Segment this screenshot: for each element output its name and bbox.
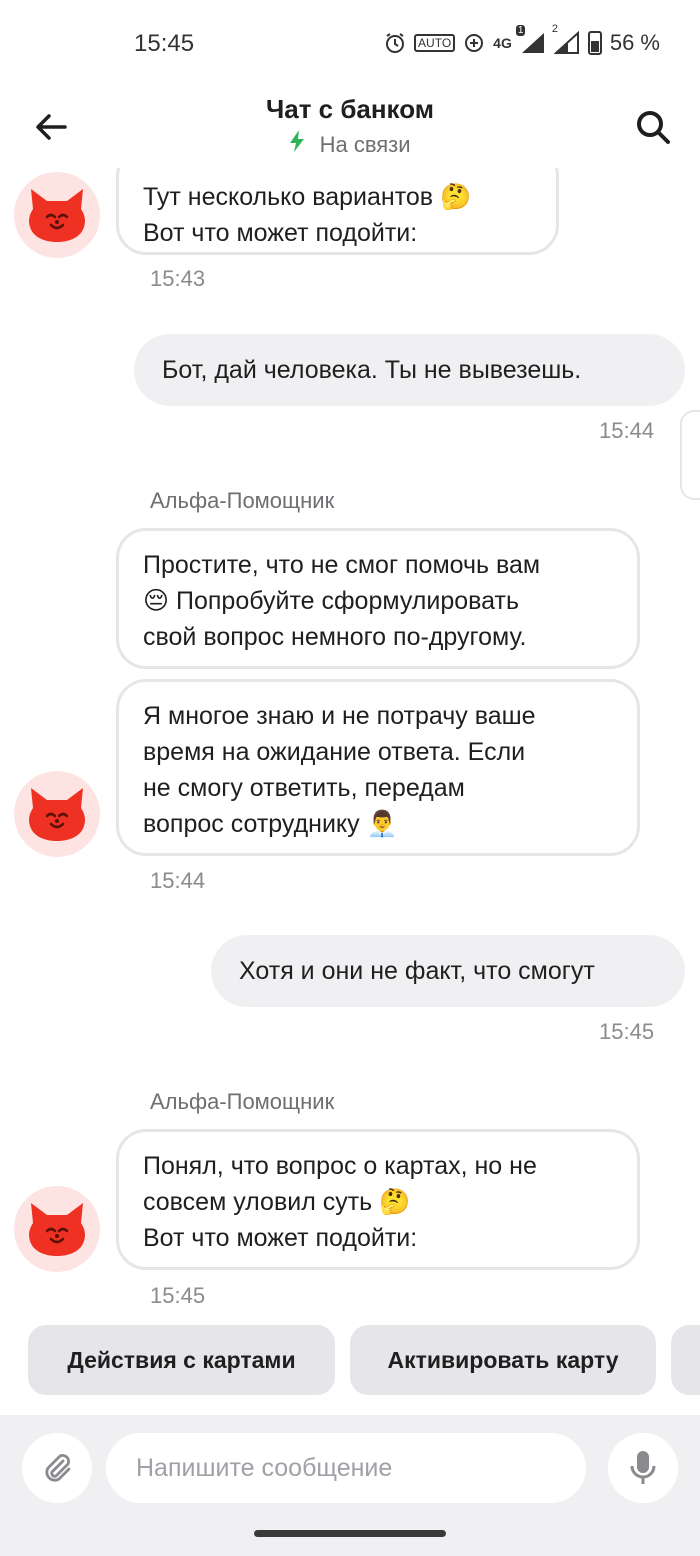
sender-name: Альфа-Помощник (150, 1089, 335, 1114)
message-line: свой вопрос немного по-другому. (143, 623, 527, 651)
chat-messages[interactable]: Тут несколько вариантов 🤔 Вот что может … (0, 168, 700, 1316)
message-text: Хотя и они не факт, что смогут (239, 957, 595, 985)
cat-icon (29, 1203, 85, 1256)
status-time: 15:45 (134, 30, 195, 57)
quick-reply-activate-card[interactable]: Активировать карту (350, 1325, 656, 1395)
microphone-icon (630, 1451, 656, 1484)
message-text: вопрос сотруднику (143, 810, 360, 838)
status-bar: 15:45 AUTO 4G 1 2 56 % (0, 0, 700, 90)
message-line: Простите, что не смог помочь вам (143, 551, 541, 579)
message-line: Вот что может подойти: (143, 1224, 418, 1252)
message-text: Попробуйте сформулировать (176, 587, 519, 615)
bot-message-bubble: Я многое знаю и не потрачу ваше время на… (116, 679, 640, 856)
alarm-icon (384, 32, 406, 54)
paperclip-icon (45, 1454, 71, 1482)
message-text: совсем уловил суть (143, 1188, 373, 1216)
thinking-emoji-icon: 🤔 (379, 1188, 411, 1216)
sim2-label: 2 (551, 23, 558, 35)
message-line: Вот что может подойти: (143, 219, 418, 247)
user-message-bubble: Хотя и они не факт, что смогут (211, 935, 685, 1007)
message-time: 15:44 (599, 418, 655, 443)
status-icons: AUTO 4G 1 2 56 % (384, 23, 660, 56)
message-text: Тут несколько вариантов (143, 183, 434, 211)
signal-icon: 1 (515, 25, 546, 55)
edge-panel-handle[interactable] (680, 410, 700, 500)
quick-replies: Действия с картами Активировать карту (0, 1325, 700, 1397)
message-line: Понял, что вопрос о картах, но не (143, 1152, 537, 1180)
message-input[interactable] (106, 1433, 586, 1503)
chat-title: Чат с банком (265, 94, 435, 124)
online-status: На связи (0, 130, 700, 158)
home-indicator[interactable] (254, 1530, 446, 1537)
pensive-emoji-icon: 😔 (143, 587, 170, 615)
search-icon (637, 111, 670, 144)
cat-icon (29, 788, 85, 841)
message-text: Бот, дай человека. Ты не вывезешь. (162, 356, 582, 384)
battery-level: 56 % (609, 30, 660, 55)
bot-message-bubble: Тут несколько вариантов 🤔 Вот что может … (116, 168, 559, 255)
quick-reply-more[interactable] (671, 1325, 700, 1395)
bot-avatar (14, 771, 100, 857)
bot-message-bubble: Простите, что не смог помочь вам 😔 Попро… (116, 528, 640, 669)
cat-icon (29, 189, 85, 242)
signal-icon: 2 (552, 23, 580, 55)
sender-name: Альфа-Помощник (150, 488, 335, 513)
user-message-bubble: Бот, дай человека. Ты не вывезешь. (134, 334, 685, 406)
message-time: 15:45 (150, 1283, 206, 1308)
message-time: 15:43 (150, 266, 206, 291)
auto-hz-icon: AUTO (414, 34, 456, 52)
online-status-label: На связи (319, 132, 411, 157)
microphone-button[interactable] (608, 1433, 678, 1503)
bot-avatar (14, 172, 100, 258)
message-line: Я многое знаю и не потрачу ваше (143, 702, 536, 730)
network-type: 4G (493, 35, 512, 51)
bot-message-bubble: Понял, что вопрос о картах, но не совсем… (116, 1129, 640, 1270)
lightning-icon (289, 130, 311, 157)
message-line: время на ожидание ответа. Если (143, 738, 526, 766)
search-button[interactable] (628, 102, 678, 152)
message-line: вопрос сотруднику 👨‍💼 (143, 806, 613, 842)
message-line: Тут несколько вариантов 🤔 (143, 179, 532, 215)
sim1-label: 1 (515, 25, 526, 36)
message-time: 15:44 (150, 868, 206, 893)
quick-reply-card-actions[interactable]: Действия с картами (28, 1325, 335, 1395)
message-time: 15:45 (599, 1019, 655, 1044)
battery-icon (587, 31, 602, 55)
thinking-emoji-icon: 🤔 (440, 183, 472, 211)
message-line: совсем уловил суть 🤔 (143, 1184, 613, 1220)
data-saver-icon (463, 32, 485, 54)
chat-header: Чат с банком На связи (0, 90, 700, 168)
message-composer (0, 1415, 700, 1556)
bot-avatar (14, 1186, 100, 1272)
attach-button[interactable] (22, 1433, 92, 1503)
message-line: не смогу ответить, передам (143, 774, 465, 802)
office-worker-emoji-icon: 👨‍💼 (366, 810, 398, 838)
message-line: 😔 Попробуйте сформулировать (143, 583, 613, 619)
